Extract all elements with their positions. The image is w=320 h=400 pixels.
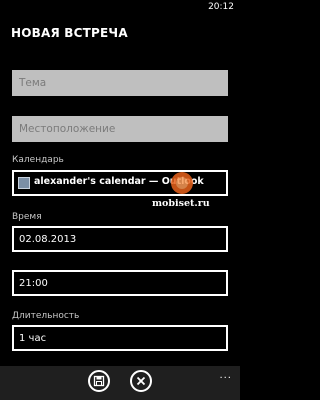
duration-picker[interactable]: 1 час: [12, 325, 228, 351]
page-title: НОВАЯ ВСТРЕЧА: [11, 26, 128, 40]
close-icon: [136, 376, 146, 386]
status-time: 20:12: [208, 2, 234, 12]
date-picker[interactable]: 02.08.2013: [12, 226, 228, 252]
subject-input[interactable]: Тема: [12, 70, 228, 96]
duration-label: Длительность: [12, 311, 80, 321]
calendar-color-swatch: [18, 177, 30, 189]
app-bar: ...: [0, 366, 240, 400]
watermark-logo-icon: [171, 172, 193, 194]
status-bar: 20:12: [0, 0, 240, 14]
location-input[interactable]: Местоположение: [12, 116, 228, 142]
cancel-button[interactable]: [130, 370, 152, 392]
time-label: Время: [12, 212, 42, 222]
more-options-button[interactable]: ...: [219, 370, 232, 381]
time-picker[interactable]: 21:00: [12, 270, 228, 296]
save-icon: [93, 375, 105, 387]
watermark: mobiset.ru: [150, 168, 250, 218]
save-button[interactable]: [88, 370, 110, 392]
calendar-label: Календарь: [12, 155, 64, 165]
watermark-text: mobiset.ru: [152, 198, 210, 209]
